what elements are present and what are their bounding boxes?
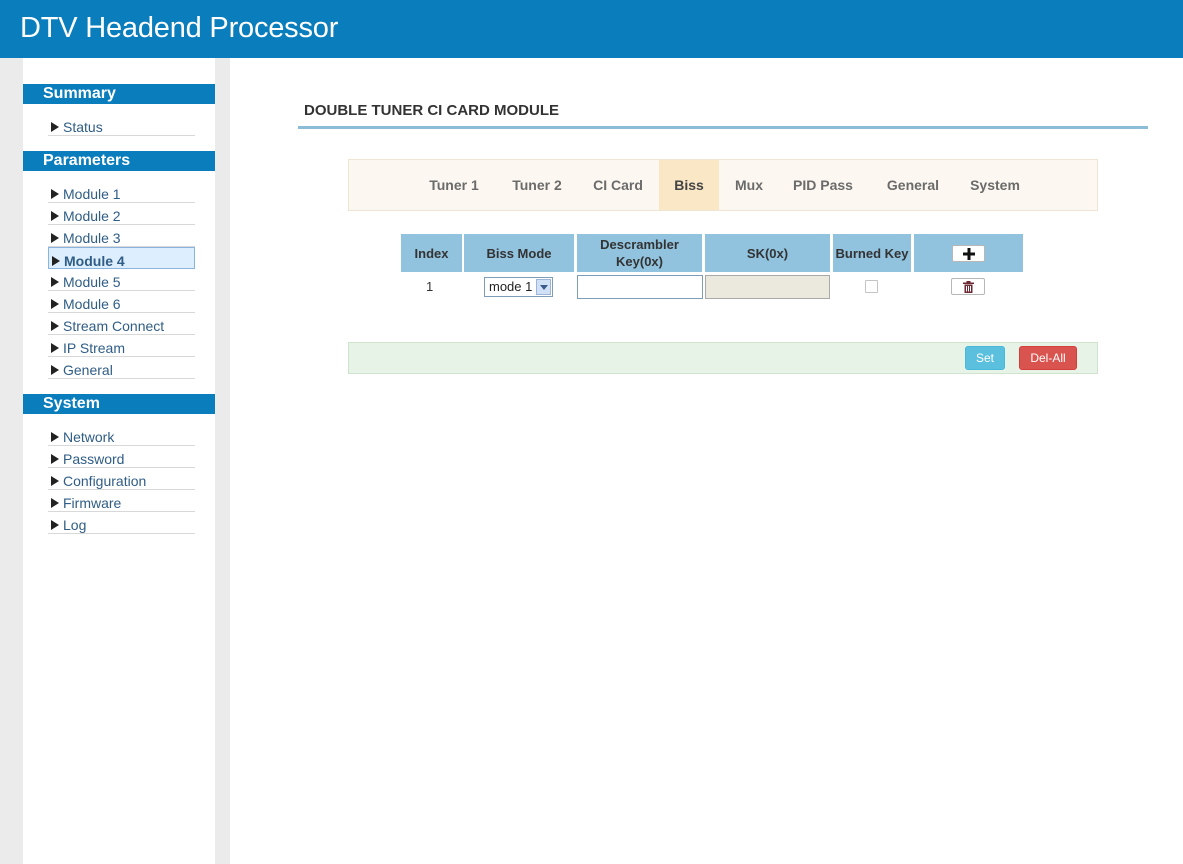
plus-icon [962,247,975,260]
trash-icon [962,280,974,293]
arrow-right-icon [51,321,59,331]
sidebar-item-general[interactable]: General [48,357,195,379]
title-divider [298,126,1148,129]
sidebar-item-label: IP Stream [63,340,125,356]
tab-mux[interactable]: Mux [725,160,773,210]
arrow-right-icon [51,432,59,442]
sidebar-item-label: Module 6 [63,296,121,312]
sidebar-item-module-4[interactable]: Module 4 [48,247,195,269]
tab-tuner-1[interactable]: Tuner 1 [419,160,489,210]
sidebar-item-ip-stream[interactable]: IP Stream [48,335,195,357]
arrow-right-icon [51,122,59,132]
arrow-right-icon [52,256,60,266]
sidebar-item-label: Module 4 [64,253,125,269]
sidebar-heading-system: System [23,394,215,414]
arrow-right-icon [51,476,59,486]
sidebar-item-module-5[interactable]: Module 5 [48,269,195,291]
arrow-right-icon [51,343,59,353]
sidebar-item-module-1[interactable]: Module 1 [48,181,195,203]
sidebar-item-label: Configuration [63,473,147,489]
arrow-right-icon [51,454,59,464]
sidebar-item-log[interactable]: Log [48,512,195,534]
tab-general[interactable]: General [873,160,953,210]
set-button[interactable]: Set [965,346,1005,370]
sidebar-item-firmware[interactable]: Firmware [48,490,195,512]
tab-biss[interactable]: Biss [659,160,719,210]
add-row-button[interactable] [952,245,985,262]
sidebar-item-label: General [63,362,113,378]
arrow-right-icon [51,365,59,375]
row-index: 1 [426,279,434,294]
sidebar-item-label: Firmware [63,495,122,511]
delete-all-button[interactable]: Del-All [1019,346,1077,370]
col-header-burned-key: Burned Key [833,234,911,272]
tab-bar: Tuner 1 Tuner 2 CI Card Biss Mux PID Pas… [348,159,1098,211]
sidebar-item-network[interactable]: Network [48,424,195,446]
sidebar-item-label: Module 2 [63,208,121,224]
sidebar-item-label: Stream Connect [63,318,165,334]
arrow-right-icon [51,189,59,199]
sidebar-item-label: Module 5 [63,274,121,290]
sidebar-item-label: Password [63,451,125,467]
sidebar-item-label: Module 3 [63,230,121,246]
sidebar-heading-summary: Summary [23,84,215,104]
arrow-right-icon [51,277,59,287]
arrow-right-icon [51,520,59,530]
app-header: DTV Headend Processor [0,0,1183,58]
burned-key-checkbox[interactable] [865,280,878,293]
descrambler-key-input[interactable] [577,275,703,299]
chevron-down-icon [536,279,551,295]
col-header-biss-mode: Biss Mode [464,234,574,272]
sidebar: Summary Status Parameters Module 1 Modul… [23,58,215,864]
sidebar-heading-parameters: Parameters [23,151,215,171]
arrow-right-icon [51,211,59,221]
sidebar-item-label: Module 1 [63,186,121,202]
tab-tuner-2[interactable]: Tuner 2 [501,160,573,210]
app-title: DTV Headend Processor [20,12,339,44]
biss-mode-select[interactable]: mode 1 [484,277,553,297]
col-header-descrambler-key: Descrambler Key(0x) [577,234,702,272]
arrow-right-icon [51,233,59,243]
sidebar-item-module-2[interactable]: Module 2 [48,203,195,225]
sidebar-item-module-3[interactable]: Module 3 [48,225,195,247]
biss-mode-value: mode 1 [489,279,533,294]
arrow-right-icon [51,299,59,309]
col-header-index: Index [401,234,462,272]
sidebar-item-status[interactable]: Status [48,114,195,136]
main-content: DOUBLE TUNER CI CARD MODULE Tuner 1 Tune… [230,58,1183,864]
sidebar-item-module-6[interactable]: Module 6 [48,291,195,313]
sidebar-item-password[interactable]: Password [48,446,195,468]
tab-ci-card[interactable]: CI Card [585,160,651,210]
tab-system[interactable]: System [961,160,1029,210]
col-header-sk: SK(0x) [705,234,830,272]
sidebar-item-label: Network [63,429,115,445]
tab-pid-pass[interactable]: PID Pass [785,160,861,210]
sidebar-item-label: Log [63,517,87,533]
sk-input[interactable] [705,275,830,299]
sidebar-item-stream-connect[interactable]: Stream Connect [48,313,195,335]
sidebar-item-label: Status [63,119,103,135]
arrow-right-icon [51,498,59,508]
delete-row-button[interactable] [951,278,985,295]
sidebar-item-configuration[interactable]: Configuration [48,468,195,490]
page-title: DOUBLE TUNER CI CARD MODULE [304,102,559,119]
